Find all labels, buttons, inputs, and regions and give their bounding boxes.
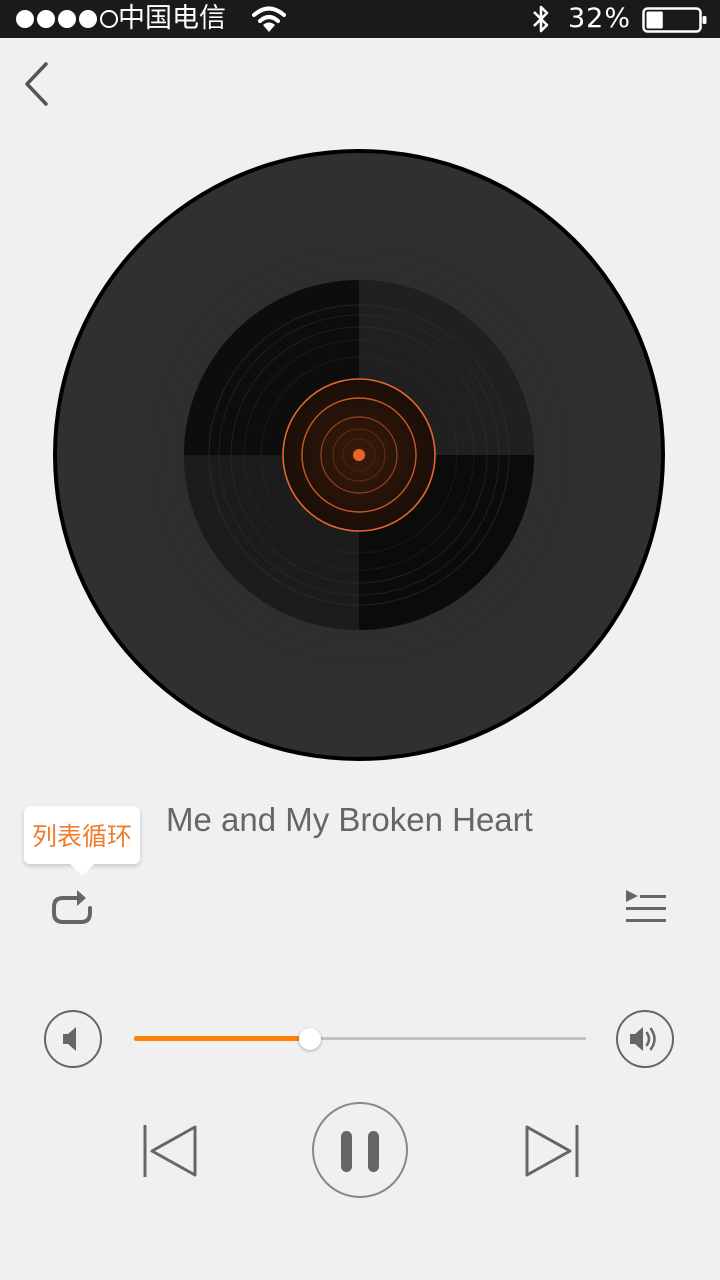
play-mode-label: 列表循环	[31, 822, 132, 851]
back-button[interactable]	[16, 56, 66, 112]
bluetooth-icon	[530, 3, 552, 39]
status-bar: 中国电信 32%	[0, 0, 720, 38]
next-icon	[525, 1125, 579, 1177]
previous-button[interactable]	[138, 1118, 204, 1184]
chevron-left-icon	[25, 62, 48, 106]
battery-percent: 32%	[568, 3, 632, 34]
vinyl-disc	[53, 149, 665, 761]
next-button[interactable]	[518, 1118, 584, 1184]
playlist-button[interactable]	[618, 884, 674, 934]
repeat-icon	[52, 890, 92, 924]
battery-icon	[642, 7, 708, 37]
song-title: Me and My Broken Heart	[166, 801, 533, 838]
volume-up-button[interactable]	[616, 1010, 674, 1068]
pause-icon	[341, 1131, 379, 1172]
speaker-low-icon	[63, 1027, 76, 1051]
volume-slider[interactable]	[134, 1024, 586, 1054]
signal-strength-icon	[16, 10, 118, 28]
volume-down-button[interactable]	[44, 1010, 102, 1068]
volume-thumb[interactable]	[299, 1028, 322, 1050]
playlist-icon	[626, 890, 666, 922]
play-mode-button[interactable]	[46, 884, 102, 934]
carrier-name: 中国电信	[118, 3, 226, 34]
previous-icon	[143, 1125, 197, 1177]
play-mode-tooltip: 列表循环	[24, 806, 140, 876]
volume-fill	[134, 1036, 311, 1041]
speaker-high-icon	[630, 1027, 656, 1051]
wifi-icon	[252, 5, 286, 37]
play-pause-button[interactable]	[312, 1102, 408, 1198]
